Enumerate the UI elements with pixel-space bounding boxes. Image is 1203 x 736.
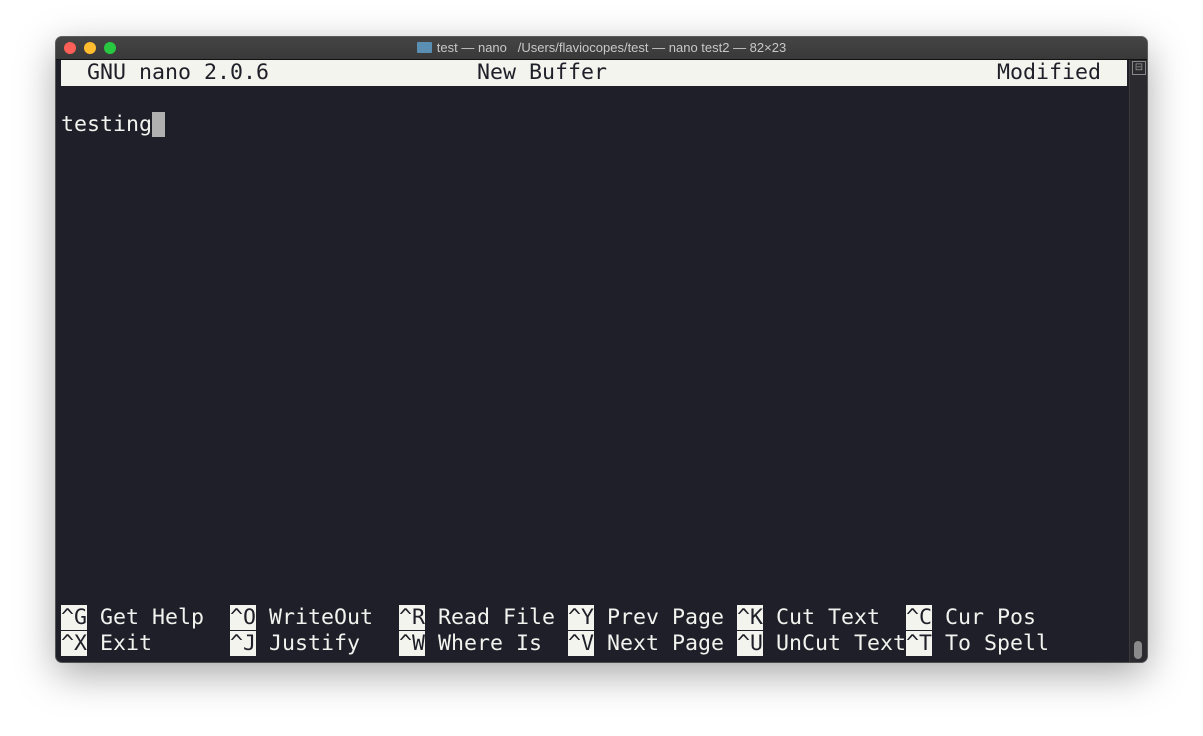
shortcut-where-is[interactable]: ^W Where Is (399, 631, 542, 657)
buffer-text: testing (61, 112, 153, 137)
shortcut-key: ^T (906, 631, 933, 656)
scrollbar[interactable]: ⊟ (1129, 60, 1147, 662)
shortcut-label: UnCut Text (776, 631, 907, 656)
shortcut-label: Read File (438, 605, 556, 630)
title-folder: test — nano (436, 40, 507, 55)
scrollbar-thumb[interactable] (1134, 641, 1142, 659)
shortcut-label: Exit (100, 631, 153, 656)
shortcut-cut-text[interactable]: ^K Cut Text (737, 605, 880, 631)
shortcut-label: Justify (269, 631, 361, 656)
title-bar: test — nano /Users/flaviocopes/test — na… (56, 37, 1147, 60)
window-title: test — nano /Users/flaviocopes/test — na… (56, 40, 1147, 55)
shortcut-label: Cut Text (776, 605, 881, 630)
shortcut-key: ^R (399, 605, 426, 630)
shortcut-get-help[interactable]: ^G Get Help (61, 605, 204, 631)
shortcut-label: Cur Pos (945, 605, 1037, 630)
shortcut-key: ^O (230, 605, 257, 630)
shortcut-justify[interactable]: ^J Justify (230, 631, 360, 657)
shortcut-key: ^J (230, 631, 257, 656)
split-view-icon[interactable]: ⊟ (1132, 61, 1146, 75)
nano-version: GNU nano 2.0.6 (87, 60, 270, 85)
shortcut-exit[interactable]: ^X Exit (61, 631, 152, 657)
shortcut-key: ^Y (568, 605, 595, 630)
shortcut-uncut-text[interactable]: ^U UnCut Text (737, 631, 906, 657)
buffer-name: New Buffer (477, 60, 608, 85)
shortcut-key: ^K (737, 605, 764, 630)
shortcut-key: ^V (568, 631, 595, 656)
shortcut-label: WriteOut (269, 605, 374, 630)
shortcut-label: Where Is (438, 631, 543, 656)
terminal-content[interactable]: GNU nano 2.0.6 New Buffer Modified testi… (61, 60, 1129, 660)
modified-status: Modified (997, 60, 1102, 85)
nano-header: GNU nano 2.0.6 New Buffer Modified (61, 60, 1127, 86)
buffer-line[interactable]: testing (61, 112, 166, 138)
shortcut-to-spell[interactable]: ^T To Spell (906, 631, 1049, 657)
shortcut-key: ^C (906, 605, 933, 630)
shortcut-writeout[interactable]: ^O WriteOut (230, 605, 373, 631)
title-path: /Users/flaviocopes/test — nano test2 — 8… (517, 40, 787, 55)
shortcut-key: ^W (399, 631, 426, 656)
shortcut-key: ^G (61, 605, 88, 630)
terminal-window: test — nano /Users/flaviocopes/test — na… (56, 37, 1147, 662)
text-cursor (152, 112, 166, 137)
shortcut-next-page[interactable]: ^V Next Page (568, 631, 724, 657)
shortcut-prev-page[interactable]: ^Y Prev Page (568, 605, 724, 631)
folder-icon (416, 42, 432, 53)
shortcut-key: ^U (737, 631, 764, 656)
shortcut-key: ^X (61, 631, 88, 656)
shortcut-label: To Spell (945, 631, 1050, 656)
shortcut-label: Get Help (100, 605, 205, 630)
shortcut-label: Next Page (607, 631, 725, 656)
shortcut-read-file[interactable]: ^R Read File (399, 605, 555, 631)
shortcut-cur-pos[interactable]: ^C Cur Pos (906, 605, 1036, 631)
shortcut-label: Prev Page (607, 605, 725, 630)
